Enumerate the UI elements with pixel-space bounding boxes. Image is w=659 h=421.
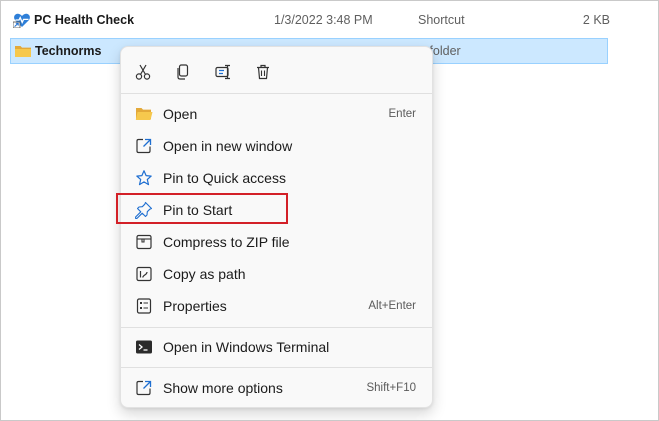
menu-item-compress-zip[interactable]: Compress to ZIP file <box>125 227 428 257</box>
menu-item-open-new-window[interactable]: Open in new window <box>125 131 428 161</box>
menu-item-label: Pin to Quick access <box>163 170 286 186</box>
annotation-highlight-box <box>116 193 288 224</box>
file-size: 2 KB <box>582 13 610 27</box>
rename-button[interactable] <box>209 59 237 85</box>
menu-item-pin-quick-access[interactable]: Pin to Quick access <box>125 163 428 193</box>
file-explorer-window: PC Health Check 1/3/2022 3:48 PM Shortcu… <box>0 0 659 421</box>
folder-icon <box>14 43 32 59</box>
scissors-icon <box>134 63 152 81</box>
menu-separator <box>121 93 432 94</box>
terminal-icon <box>135 338 153 356</box>
folder-open-icon <box>135 105 153 123</box>
menu-item-label: Open <box>163 106 198 122</box>
menu-item-open[interactable]: Open Enter <box>125 99 428 129</box>
menu-item-label: Show more options <box>163 380 283 396</box>
properties-icon <box>135 297 153 315</box>
zip-icon <box>135 233 153 251</box>
menu-item-shortcut: Alt+Enter <box>368 300 416 312</box>
cut-button[interactable] <box>129 59 157 85</box>
menu-item-label: Open in new window <box>163 138 293 154</box>
copy-path-icon <box>135 265 153 283</box>
new-window-icon <box>135 137 153 155</box>
menu-item-label: Properties <box>163 298 227 314</box>
menu-item-open-terminal[interactable]: Open in Windows Terminal <box>125 332 428 362</box>
star-icon <box>135 169 153 187</box>
menu-separator <box>121 327 432 328</box>
menu-item-label: Copy as path <box>163 266 246 282</box>
more-options-icon <box>135 379 153 397</box>
menu-item-shortcut: Enter <box>388 108 417 120</box>
file-name: PC Health Check <box>34 13 135 27</box>
context-menu: Open Enter Open in new window Pin to Qui… <box>120 46 433 408</box>
file-type: Shortcut <box>418 13 465 27</box>
file-name: Technorms <box>35 44 102 58</box>
trash-icon <box>254 63 272 81</box>
menu-separator <box>121 367 432 368</box>
menu-item-show-more-options[interactable]: Show more options Shift+F10 <box>125 373 428 403</box>
menu-item-label: Open in Windows Terminal <box>163 339 330 355</box>
file-date: 1/3/2022 3:48 PM <box>274 13 373 27</box>
menu-item-label: Compress to ZIP file <box>163 234 290 250</box>
quick-actions-bar <box>121 55 432 89</box>
rename-icon <box>214 63 232 81</box>
copy-button[interactable] <box>169 59 197 85</box>
menu-item-properties[interactable]: Properties Alt+Enter <box>125 291 428 321</box>
copy-icon <box>174 63 192 81</box>
menu-item-shortcut: Shift+F10 <box>366 382 416 394</box>
file-row-pc-health-check[interactable]: PC Health Check 1/3/2022 3:48 PM Shortcu… <box>10 8 610 32</box>
menu-item-copy-as-path[interactable]: Copy as path <box>125 259 428 289</box>
heart-shortcut-icon <box>13 12 31 28</box>
delete-button[interactable] <box>249 59 277 85</box>
